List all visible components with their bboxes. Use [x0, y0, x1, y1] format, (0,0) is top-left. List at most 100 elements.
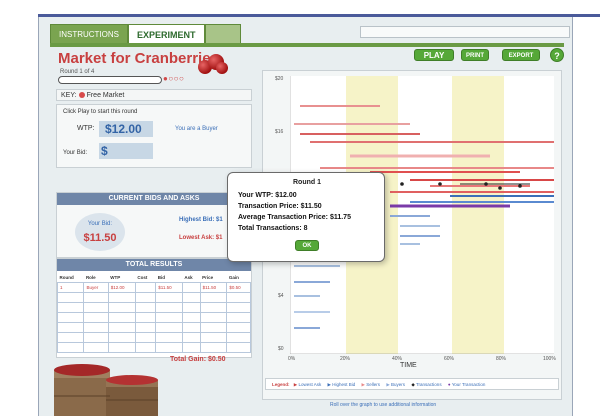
bid-label: Your Bid:: [63, 150, 88, 156]
wtp-value: $12.00: [99, 121, 153, 137]
col-ask: Ask: [184, 274, 193, 280]
x-tick-20: 20%: [340, 356, 351, 362]
y-tick-4: $4: [278, 293, 284, 299]
lowest-ask-label: Lowest Ask: $1: [179, 235, 223, 241]
x-tick-100: 100%: [543, 356, 556, 362]
col-bid: Bid: [157, 274, 165, 280]
table-cell: [181, 291, 201, 303]
table-cell: [107, 341, 136, 353]
your-bid-badge: Your Bid: $11.50: [75, 213, 125, 251]
table-cell: [83, 341, 109, 353]
table-cell: $11.50: [199, 281, 228, 293]
table-cell: [181, 331, 201, 343]
table-cell: [56, 291, 85, 303]
total-gain: Total Gain: $0.50: [170, 356, 226, 363]
table-cell: [199, 331, 228, 343]
table-cell: [155, 301, 183, 313]
table-cell: [134, 281, 157, 293]
dialog-average-line: Average Transaction Price: $11.75: [238, 214, 351, 221]
table-row: [56, 301, 251, 313]
table-cell: $11.50: [155, 281, 183, 293]
col-cost: Cost: [137, 274, 148, 280]
x-tick-0: 0%: [288, 356, 296, 362]
results-header-row: Round Role WTP Cost Bid Ask Price Gain: [58, 273, 251, 282]
x-tick-60: 60%: [444, 356, 455, 362]
table-cell: [226, 331, 251, 343]
table-cell: [56, 301, 85, 313]
table-row: 1 Buyer $12.00 $11.50 $11.50 $0.50: [56, 281, 251, 293]
tab-strip: [50, 43, 564, 47]
table-cell: [56, 321, 85, 333]
legend-transactions: ◆ Transactions: [411, 382, 442, 387]
y-tick-20: $20: [275, 76, 284, 82]
legend-lowest-ask: ▶ Lowest Ask: [293, 382, 322, 387]
table-cell: [181, 281, 201, 293]
legend-buyers: ▶ Buyers: [386, 382, 406, 387]
table-cell: [83, 291, 109, 303]
table-cell: [56, 341, 85, 353]
y-tick-0: $0: [278, 346, 284, 352]
table-cell: [199, 311, 228, 323]
table-cell: [83, 311, 109, 323]
highest-bid-label: Highest Bid: $1: [179, 217, 223, 223]
your-bid-label: Your Bid:: [87, 221, 113, 227]
table-cell: [155, 321, 183, 333]
table-cell: Buyer: [83, 281, 109, 293]
table-cell: [134, 321, 157, 333]
dialog-count-line: Total Transactions: 8: [238, 225, 308, 232]
transaction-marker: [438, 182, 442, 186]
table-cell: [199, 291, 228, 303]
table-cell: $12.00: [107, 281, 136, 293]
table-row: [56, 291, 251, 303]
table-cell: [226, 301, 251, 313]
table-row: [56, 331, 251, 343]
round-panel: Click Play to start this round WTP: $12.…: [56, 104, 252, 168]
dialog-wtp-line: Your WTP: $12.00: [238, 192, 297, 199]
results-table: Round Role WTP Cost Bid Ask Price Gain 1…: [56, 273, 251, 353]
col-gain: Gain: [228, 274, 239, 280]
tab-bar: INSTRUCTIONS EXPERIMENT: [50, 24, 241, 44]
table-cell: [181, 341, 201, 353]
col-price: Price: [202, 274, 214, 280]
market-key: KEY: Free Market: [56, 89, 252, 101]
table-row: [56, 311, 251, 323]
transaction-marker: [484, 182, 488, 186]
window-top: [0, 0, 600, 12]
transaction-marker: [400, 182, 404, 186]
legend-highest-bid: ▶ Highest Bid: [327, 382, 356, 387]
page-title: Market for Cranberries: [58, 50, 219, 67]
cranberry-crates-illustration: [54, 364, 158, 416]
table-row: [56, 341, 251, 353]
table-cell: [134, 311, 157, 323]
graph-legend: Legend: ▶ Lowest Ask ▶ Highest Bid ▶ Sel…: [265, 378, 559, 390]
round-summary-dialog: Round 1 Your WTP: $12.00 Transaction Pri…: [227, 172, 385, 262]
legend-sellers: ▶ Sellers: [361, 382, 381, 387]
key-prefix: KEY:: [61, 92, 77, 99]
free-market-dot-icon: [78, 92, 85, 98]
rollover-hint: Roll over the graph to use additional in…: [330, 402, 437, 408]
ok-button[interactable]: OK: [295, 240, 319, 251]
dialog-title: Round 1: [293, 179, 321, 186]
play-button[interactable]: PLAY: [414, 49, 454, 61]
help-button[interactable]: ?: [550, 48, 564, 62]
col-role: Role: [85, 274, 96, 280]
bids-asks-panel: CURRENT BIDS AND ASKS Your Bid: $11.50 H…: [56, 192, 252, 258]
legend-title: Legend:: [272, 382, 290, 387]
table-cell: [199, 321, 228, 333]
table-cell: [181, 311, 201, 323]
dialog-price-line: Transaction Price: $11.50: [238, 203, 322, 210]
tab-instructions[interactable]: INSTRUCTIONS: [50, 24, 128, 44]
table-cell: [83, 321, 109, 333]
bids-asks-title: CURRENT BIDS AND ASKS: [57, 193, 251, 205]
table-cell: [226, 291, 251, 303]
transaction-marker: [498, 186, 502, 190]
export-button[interactable]: EXPORT: [502, 49, 540, 61]
print-button[interactable]: PRINT: [461, 49, 489, 61]
your-bid-value: $11.50: [83, 232, 117, 244]
bid-input[interactable]: $: [99, 143, 153, 159]
tab-experiment[interactable]: EXPERIMENT: [128, 24, 205, 44]
table-cell: [155, 291, 183, 303]
x-tick-80: 80%: [496, 356, 507, 362]
results-title: TOTAL RESULTS: [57, 259, 251, 271]
table-cell: [107, 301, 136, 313]
